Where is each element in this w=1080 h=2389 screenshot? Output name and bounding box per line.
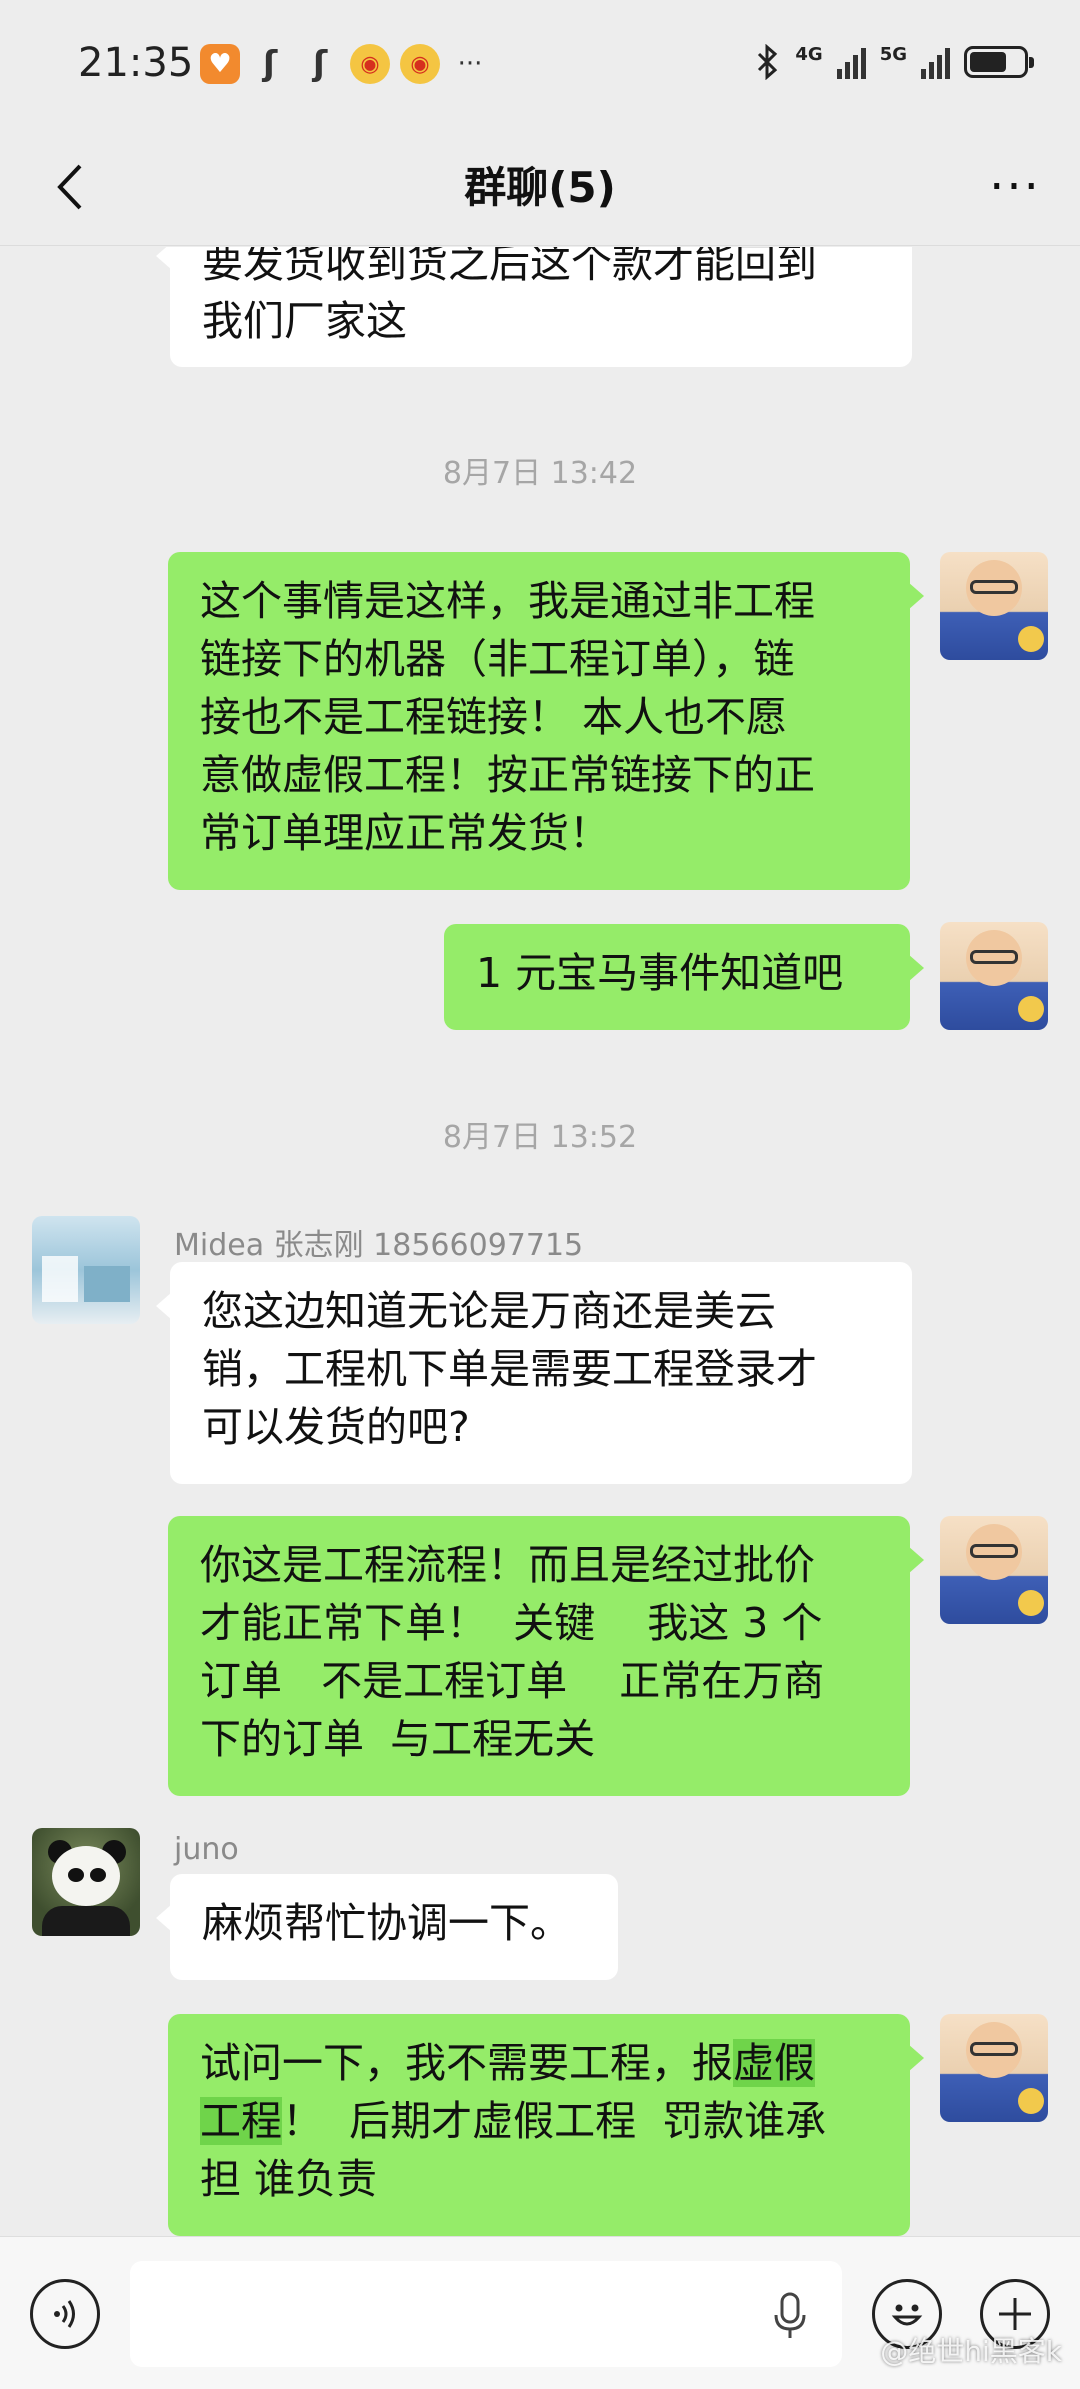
sender-name: juno (174, 1832, 239, 1867)
voice-input-button[interactable] (30, 2279, 100, 2349)
timestamp: 8月7日 13:42 (442, 456, 638, 491)
message-bubble[interactable]: 这个事情是这样，我是通过非工程 链接下的机器（非工程订单），链 接也不是工程链接… (168, 552, 924, 890)
microphone-icon[interactable] (770, 2291, 810, 2341)
message-bubble[interactable]: 你这是工程流程！而且是经过批价 才能正常下单！ 关键 我这 3 个 订单 不是工… (168, 1516, 924, 1796)
more-options-button[interactable]: ··· (980, 152, 1050, 222)
avatar[interactable] (940, 1516, 1048, 1624)
message-bubble[interactable]: 试问一下，我不需要工程，报虚假 工程！ 后期才虚假工程 罚款谁承 担 谁负责 (168, 2014, 924, 2236)
timestamp: 8月7日 13:52 (442, 1120, 638, 1155)
avatar[interactable] (940, 552, 1048, 660)
highlighted-text: 工程 (200, 2097, 282, 2145)
voice-icon (54, 2300, 75, 2328)
avatar[interactable] (32, 1216, 140, 1324)
message-bubble[interactable]: 1 元宝马事件知道吧 (444, 924, 924, 1030)
highlighted-text: 虚假 (733, 2039, 815, 2087)
avatar[interactable] (940, 2014, 1048, 2122)
chat-header: 群聊(5) ··· (0, 130, 1080, 246)
avatar[interactable] (940, 922, 1048, 1030)
sender-name: Midea 张志刚 18566097715 (174, 1228, 584, 1263)
avatar[interactable] (32, 1828, 140, 1936)
page-title: 群聊(5) (464, 163, 616, 212)
message-bubble[interactable]: 麻烦帮忙协调一下。 (156, 1874, 618, 1980)
message-input[interactable] (130, 2261, 842, 2367)
watermark: @绝世hi黑客k (880, 2335, 1062, 2368)
message-list[interactable]: 要发货收到货之后这个款才能回到 我们厂家这 8月7日 13:42 这个事情是这样… (0, 0, 1080, 2388)
message-bubble[interactable]: 您这边知道无论是万商还是美云 销，工程机下单是需要工程登录才 可以发货的吧? (156, 1262, 912, 1484)
message-text: 试问一下，我不需要工程，报 (200, 2039, 733, 2087)
message-text: ！ 后期才虚假工程 罚款谁承 担 谁负责 (200, 2097, 827, 2203)
